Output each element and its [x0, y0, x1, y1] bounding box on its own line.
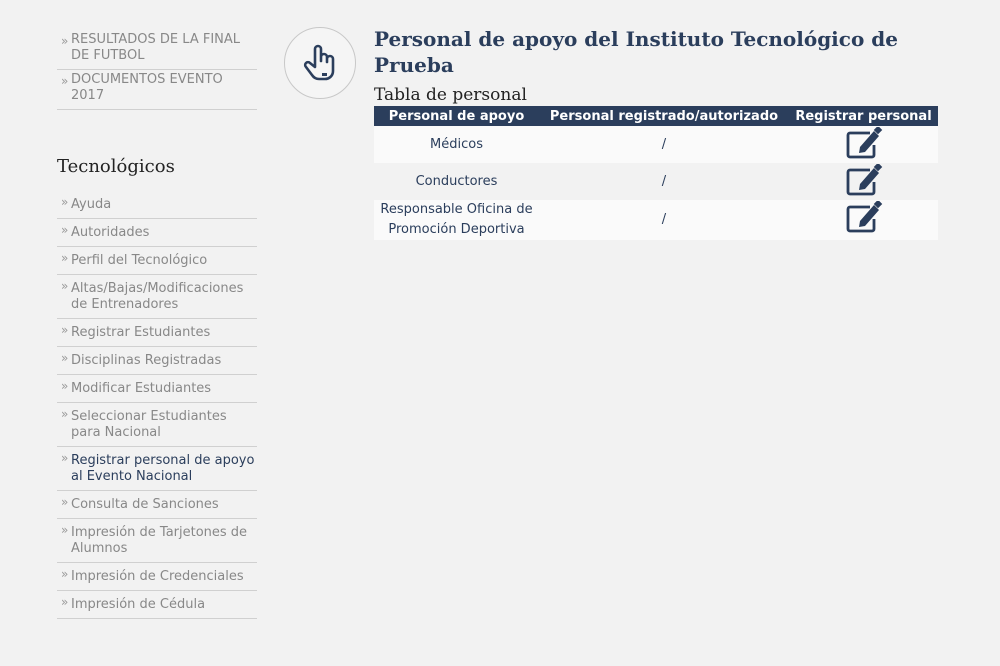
personal-table: Personal de apoyo Personal registrado/au…	[374, 106, 938, 240]
menu-item-label: RESULTADOS DE LA FINAL DE FUTBOL	[71, 32, 241, 63]
menu-item-label: Consulta de Sanciones	[71, 497, 219, 512]
arrow-icon: »	[61, 323, 69, 337]
cell-personal: Responsable Oficina de Promoción Deporti…	[374, 200, 539, 240]
menu-item-label: Ayuda	[71, 197, 112, 212]
menu-item-disciplinas-registradas[interactable]: » Disciplinas Registradas	[57, 347, 257, 375]
table-subtitle: Tabla de personal	[374, 85, 527, 105]
arrow-icon: »	[61, 379, 69, 393]
menu-item-label: DOCUMENTOS EVENTO 2017	[71, 72, 223, 103]
menu-item-label: Altas/Bajas/Modificaciones de Entrenador…	[71, 281, 244, 312]
pointing-hand-icon	[303, 44, 335, 81]
menu-item-label: Impresión de Credenciales	[71, 569, 244, 584]
cell-registrado: /	[661, 174, 667, 189]
menu-item-seleccionar-estudiantes-nacional[interactable]: » Seleccionar Estudiantes para Nacional	[57, 403, 257, 447]
menu-item-consulta-sanciones[interactable]: » Consulta de Sanciones	[57, 491, 257, 519]
menu-item-label: Disciplinas Registradas	[71, 353, 222, 368]
menu-item-modificar-estudiantes[interactable]: » Modificar Estudiantes	[57, 375, 257, 403]
menu-item-impresion-tarjetones[interactable]: » Impresión de Tarjetones de Alumnos	[57, 519, 257, 563]
arrow-icon: »	[61, 523, 69, 537]
cell-personal: Médicos	[374, 126, 539, 163]
menu-item-registrar-personal-apoyo[interactable]: » Registrar personal de apoyo al Evento …	[57, 447, 257, 491]
menu-item-perfil-tecnologico[interactable]: » Perfil del Tecnológico	[57, 247, 257, 275]
menu-item-registrar-estudiantes[interactable]: » Registrar Estudiantes	[57, 319, 257, 347]
table-row: Responsable Oficina de Promoción Deporti…	[374, 199, 938, 240]
arrow-icon: »	[61, 251, 69, 265]
arrow-icon: »	[61, 74, 69, 88]
table-row: Médicos /	[374, 125, 938, 163]
menu-item-label: Perfil del Tecnológico	[71, 253, 208, 268]
edit-icon	[846, 162, 882, 195]
menu-item-documentos-evento[interactable]: » DOCUMENTOS EVENTO 2017	[57, 70, 257, 110]
edit-button[interactable]	[844, 199, 884, 233]
menu-item-altas-bajas-entrenadores[interactable]: » Altas/Bajas/Modificaciones de Entrenad…	[57, 275, 257, 319]
arrow-icon: »	[61, 195, 69, 209]
arrow-icon: »	[61, 223, 69, 237]
menu-item-label: Impresión de Tarjetones de Alumnos	[71, 525, 248, 556]
cell-registrado: /	[539, 126, 789, 163]
arrow-icon: »	[61, 279, 69, 293]
cell-registrado: /	[539, 200, 789, 240]
arrow-icon: »	[61, 451, 69, 465]
menu-item-label: Impresión de Cédula	[71, 597, 206, 612]
page-title: Personal de apoyo del Instituto Tecnológ…	[374, 27, 898, 77]
cell-registrar	[789, 199, 938, 240]
arrow-icon: »	[61, 34, 69, 48]
table-header-row: Personal de apoyo Personal registrado/au…	[374, 106, 938, 126]
edit-icon	[846, 199, 882, 232]
menu-item-resultados-final-futbol[interactable]: » RESULTADOS DE LA FINAL DE FUTBOL	[57, 30, 257, 70]
menu-item-autoridades[interactable]: » Autoridades	[57, 219, 257, 247]
menu-item-impresion-cedula[interactable]: » Impresión de Cédula	[57, 591, 257, 619]
sidebar: » RESULTADOS DE LA FINAL DE FUTBOL » DOC…	[57, 30, 257, 619]
table-row: Conductores /	[374, 162, 938, 200]
tecnologicos-menu: » Ayuda » Autoridades » Perfil del Tecno…	[57, 191, 257, 619]
cell-registrar	[789, 162, 938, 200]
arrow-icon: »	[61, 495, 69, 509]
top-menu: » RESULTADOS DE LA FINAL DE FUTBOL » DOC…	[57, 30, 257, 110]
section-heading: Tecnológicos	[57, 156, 175, 177]
edit-icon	[846, 125, 882, 158]
edit-button[interactable]	[844, 125, 884, 159]
menu-item-label: Registrar personal de apoyo al Evento Na…	[71, 453, 255, 484]
cell-registrar	[789, 125, 938, 163]
menu-item-label: Seleccionar Estudiantes para Nacional	[71, 409, 227, 440]
menu-item-label: Modificar Estudiantes	[71, 381, 212, 396]
menu-item-label: Registrar Estudiantes	[71, 325, 211, 340]
cell-personal: Conductores	[415, 174, 498, 189]
hand-icon-circle	[284, 27, 356, 99]
col-header-personal-registrado: Personal registrado/autorizado	[539, 106, 789, 126]
main-content: Personal de apoyo del Instituto Tecnológ…	[374, 26, 938, 240]
arrow-icon: »	[61, 407, 69, 421]
menu-item-label: Autoridades	[71, 225, 150, 240]
edit-button[interactable]	[844, 162, 884, 196]
arrow-icon: »	[61, 567, 69, 581]
col-header-registrar-personal: Registrar personal	[789, 106, 938, 126]
arrow-icon: »	[61, 595, 69, 609]
menu-item-ayuda[interactable]: » Ayuda	[57, 191, 257, 219]
arrow-icon: »	[61, 351, 69, 365]
col-header-personal-apoyo: Personal de apoyo	[374, 106, 539, 126]
menu-item-impresion-credenciales[interactable]: » Impresión de Credenciales	[57, 563, 257, 591]
